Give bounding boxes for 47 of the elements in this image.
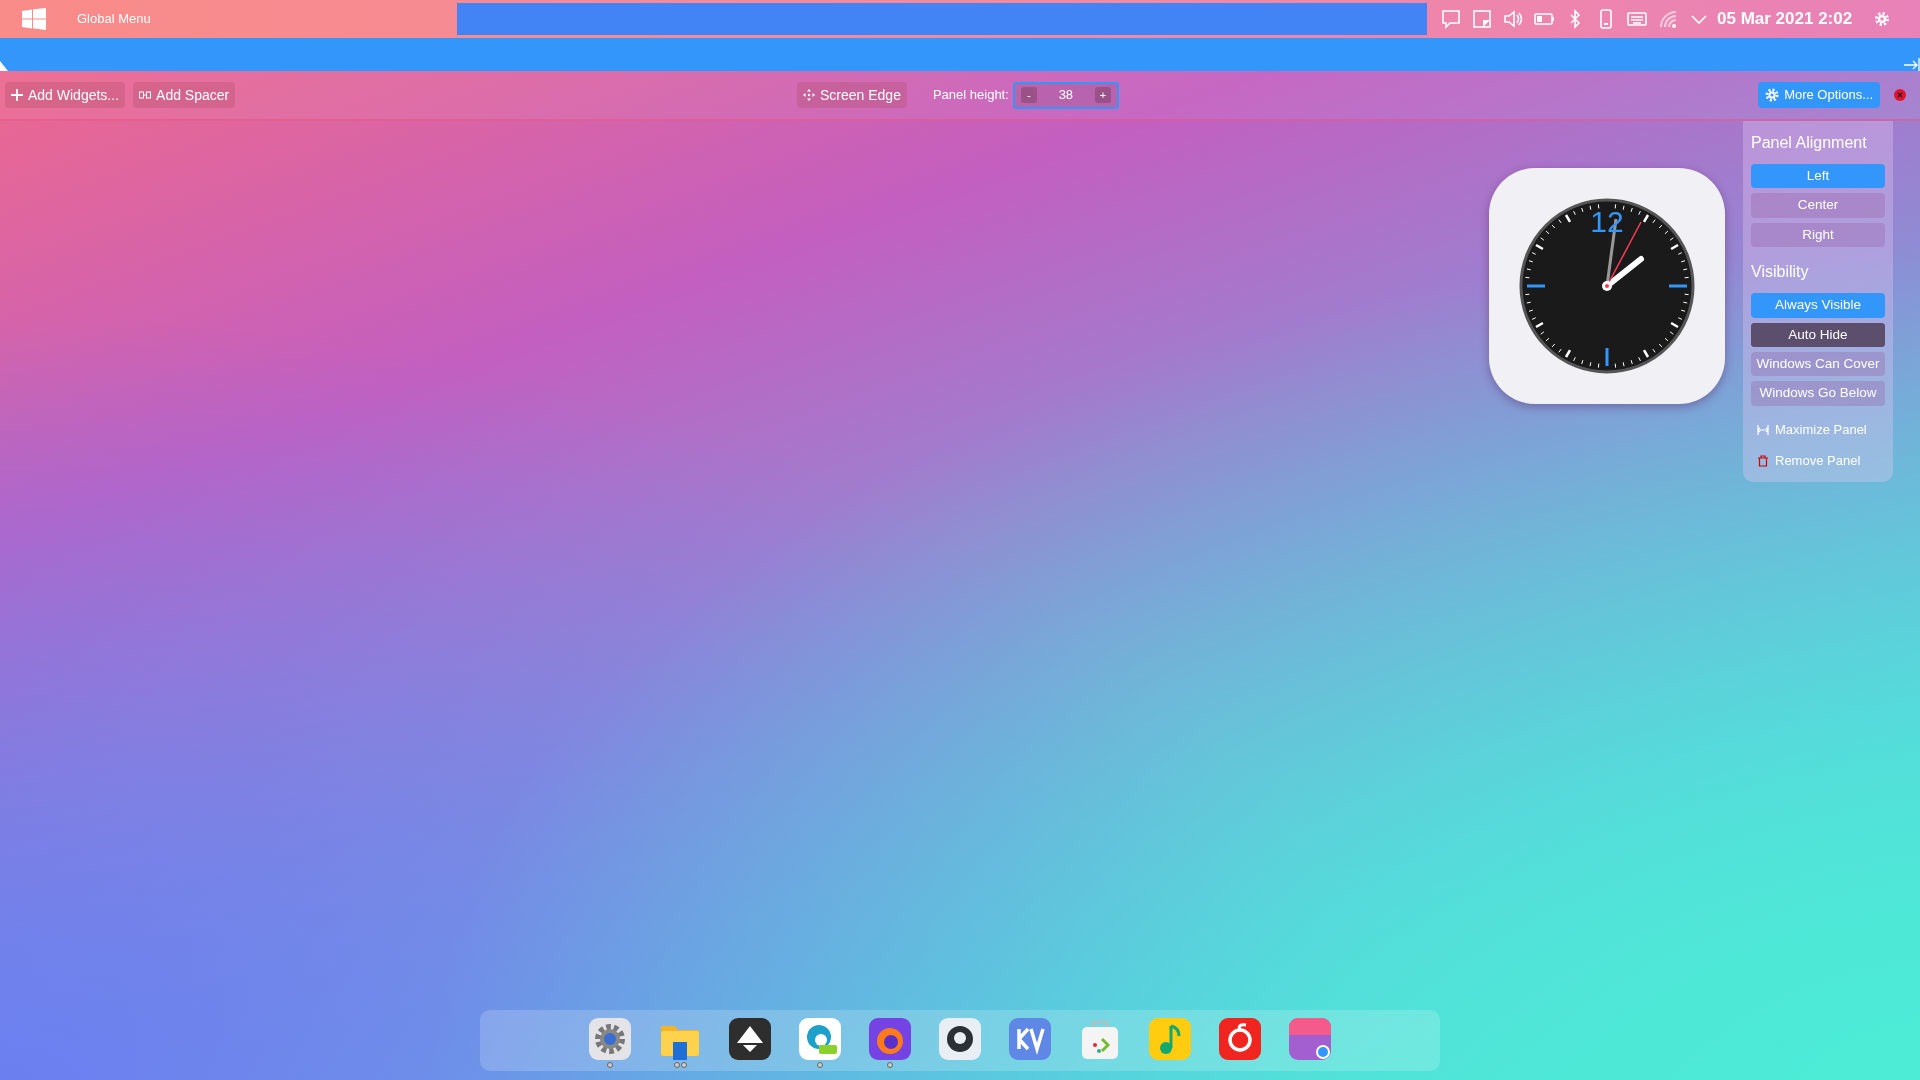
screen-edge-button[interactable]: Screen Edge <box>797 82 907 108</box>
move-icon <box>803 89 815 101</box>
settings-icon[interactable] <box>1874 11 1891 27</box>
plus-icon <box>11 89 23 101</box>
remove-panel-button[interactable]: Remove Panel <box>1751 447 1885 474</box>
clock-time[interactable]: 05 Mar 2021 2:02 <box>1717 6 1853 32</box>
corner-triangle-icon <box>0 61 8 71</box>
add-widgets-button[interactable]: Add Widgets... <box>5 82 126 108</box>
section-heading: Panel Alignment <box>1751 133 1868 153</box>
option-item[interactable]: Always Visible <box>1751 293 1885 318</box>
option-item[interactable]: Auto Hide <box>1751 322 1885 347</box>
decrement-button[interactable]: - <box>1020 87 1037 103</box>
more-options-button[interactable]: More Options... <box>1758 82 1880 108</box>
browser-icon[interactable] <box>799 1018 841 1060</box>
volume-icon[interactable] <box>1503 9 1523 29</box>
option-item[interactable]: Right <box>1751 222 1885 248</box>
option-item[interactable]: Left <box>1751 164 1885 189</box>
wifi-icon[interactable] <box>1658 9 1678 29</box>
message-icon[interactable] <box>1441 9 1461 29</box>
clock-numeral: 12 <box>1590 205 1624 238</box>
increment-button[interactable]: + <box>1094 87 1111 103</box>
panel-height-input[interactable]: 38 <box>1040 85 1091 105</box>
option-item[interactable]: Windows Can Cover <box>1751 351 1885 377</box>
music-note-icon[interactable] <box>1149 1018 1191 1060</box>
global-menu-label[interactable]: Global Menu <box>77 9 457 29</box>
note-icon[interactable] <box>1472 9 1492 29</box>
swirl-logo-icon[interactable] <box>1219 1018 1261 1060</box>
section-heading: Visibility <box>1751 262 1810 283</box>
trash-icon <box>1757 454 1769 467</box>
windows-logo-icon[interactable] <box>22 8 46 30</box>
gradient-app-icon[interactable] <box>1289 1018 1331 1060</box>
keyboard-icon[interactable] <box>1627 9 1647 29</box>
mountain-icon[interactable] <box>729 1018 771 1060</box>
settings-icon <box>1765 88 1780 102</box>
add-spacer-button[interactable]: Add Spacer <box>133 82 236 108</box>
option-item[interactable]: Center <box>1751 193 1885 218</box>
option-item[interactable]: Windows Go Below <box>1751 381 1885 406</box>
panel-height-spinbox[interactable]: - 38 + <box>1012 81 1119 109</box>
gear-icon[interactable] <box>589 1018 631 1060</box>
maximize-panel-button[interactable]: Maximize Panel <box>1751 416 1885 443</box>
spacer-icon <box>139 89 152 101</box>
close-icon[interactable] <box>1894 89 1906 101</box>
maximize-icon <box>1757 423 1769 436</box>
panel-height-label: Panel height: <box>932 86 1009 105</box>
kv-logo-icon[interactable] <box>1009 1018 1051 1060</box>
arrow-to-edge-icon[interactable] <box>1904 57 1920 71</box>
shopping-bag-icon[interactable] <box>1079 1018 1121 1060</box>
